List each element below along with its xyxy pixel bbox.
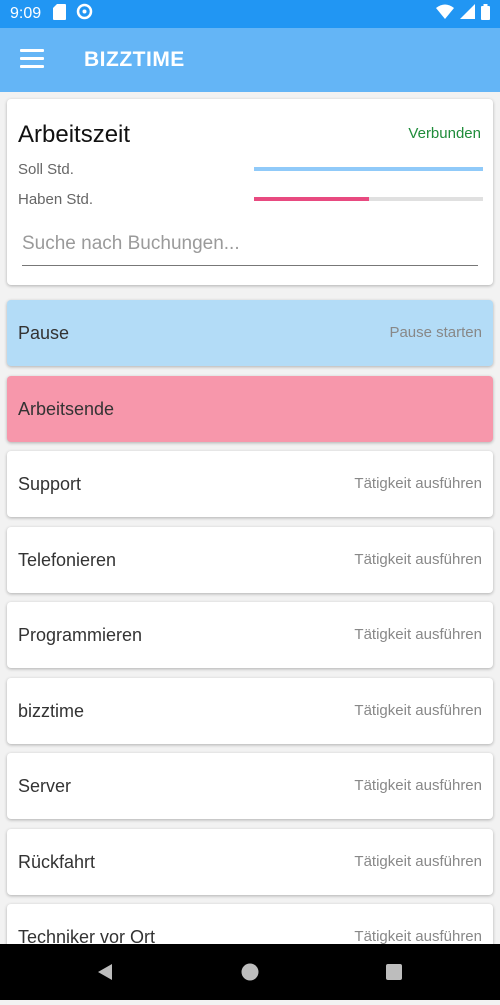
battery-icon — [481, 3, 490, 25]
action-label: Support — [18, 474, 82, 494]
action-item-server[interactable]: Server Tätigkeit ausführen — [7, 753, 493, 819]
soll-label: Soll Std. — [18, 161, 74, 178]
action-label: Pause — [18, 323, 70, 343]
haben-label: Haben Std. — [18, 191, 94, 208]
sd-card-icon — [53, 3, 67, 25]
action-hint: Tätigkeit ausführen — [354, 777, 482, 794]
work-time-card: Arbeitszeit Verbunden Soll Std. Haben St… — [7, 99, 493, 285]
action-hint: Tätigkeit ausführen — [354, 852, 482, 870]
action-item-techniker-vor-ort[interactable]: Techniker vor Ort Tätigkeit ausführen — [7, 904, 493, 944]
action-hint: Pause starten — [389, 324, 482, 341]
action-item-support[interactable]: Support Tätigkeit ausführen — [7, 451, 493, 517]
action-item-telefonieren[interactable]: Telefonieren Tätigkeit ausführen — [7, 526, 493, 593]
action-item-rückfahrt[interactable]: Rückfahrt Tätigkeit ausführen — [7, 828, 493, 895]
action-hint: Tätigkeit ausführen — [354, 928, 482, 944]
connection-status: Verbunden — [408, 125, 481, 142]
action-label: Telefonieren — [18, 549, 117, 570]
back-icon[interactable] — [75, 944, 135, 1000]
recents-icon[interactable] — [364, 944, 424, 1000]
app-title: BIZZTIME — [84, 48, 185, 71]
action-label: bizztime — [18, 700, 85, 721]
soll-progress-fill — [254, 167, 483, 171]
navigation-bar — [0, 944, 500, 1000]
action-hint: Tätigkeit ausführen — [354, 475, 482, 492]
action-item-arbeitsende[interactable]: Arbeitsende — [7, 375, 493, 442]
signal-icon — [460, 4, 475, 24]
card-title: Arbeitszeit — [18, 121, 131, 148]
action-item-bizztime[interactable]: bizztime Tätigkeit ausführen — [7, 677, 493, 744]
home-icon[interactable] — [220, 944, 280, 1000]
action-hint: Tätigkeit ausführen — [354, 550, 482, 568]
action-item-programmieren[interactable]: Programmieren Tätigkeit ausführen — [7, 602, 493, 668]
app-bar: BIZZTIME — [0, 28, 500, 92]
content-list[interactable]: Arbeitszeit Verbunden Soll Std. Haben St… — [0, 92, 500, 944]
action-hint: Tätigkeit ausführen — [354, 626, 482, 643]
haben-progress-fill — [254, 197, 369, 201]
action-hint: Tätigkeit ausführen — [354, 701, 482, 719]
action-item-pause[interactable]: Pause Pause starten — [7, 300, 493, 366]
menu-icon[interactable] — [20, 49, 44, 71]
action-label: Programmieren — [18, 625, 143, 645]
action-label: Arbeitsende — [18, 398, 115, 419]
status-time: 9:09 — [10, 5, 42, 22]
wifi-icon — [436, 4, 454, 24]
action-label: Server — [18, 776, 72, 796]
action-label: Techniker vor Ort — [18, 927, 156, 944]
action-label: Rückfahrt — [18, 851, 96, 872]
data-saver-icon — [76, 3, 93, 25]
soll-progress-bar — [254, 167, 483, 171]
haben-progress-bar — [254, 197, 483, 201]
search-input[interactable] — [22, 227, 478, 266]
status-bar: 9:09 — [0, 0, 500, 28]
